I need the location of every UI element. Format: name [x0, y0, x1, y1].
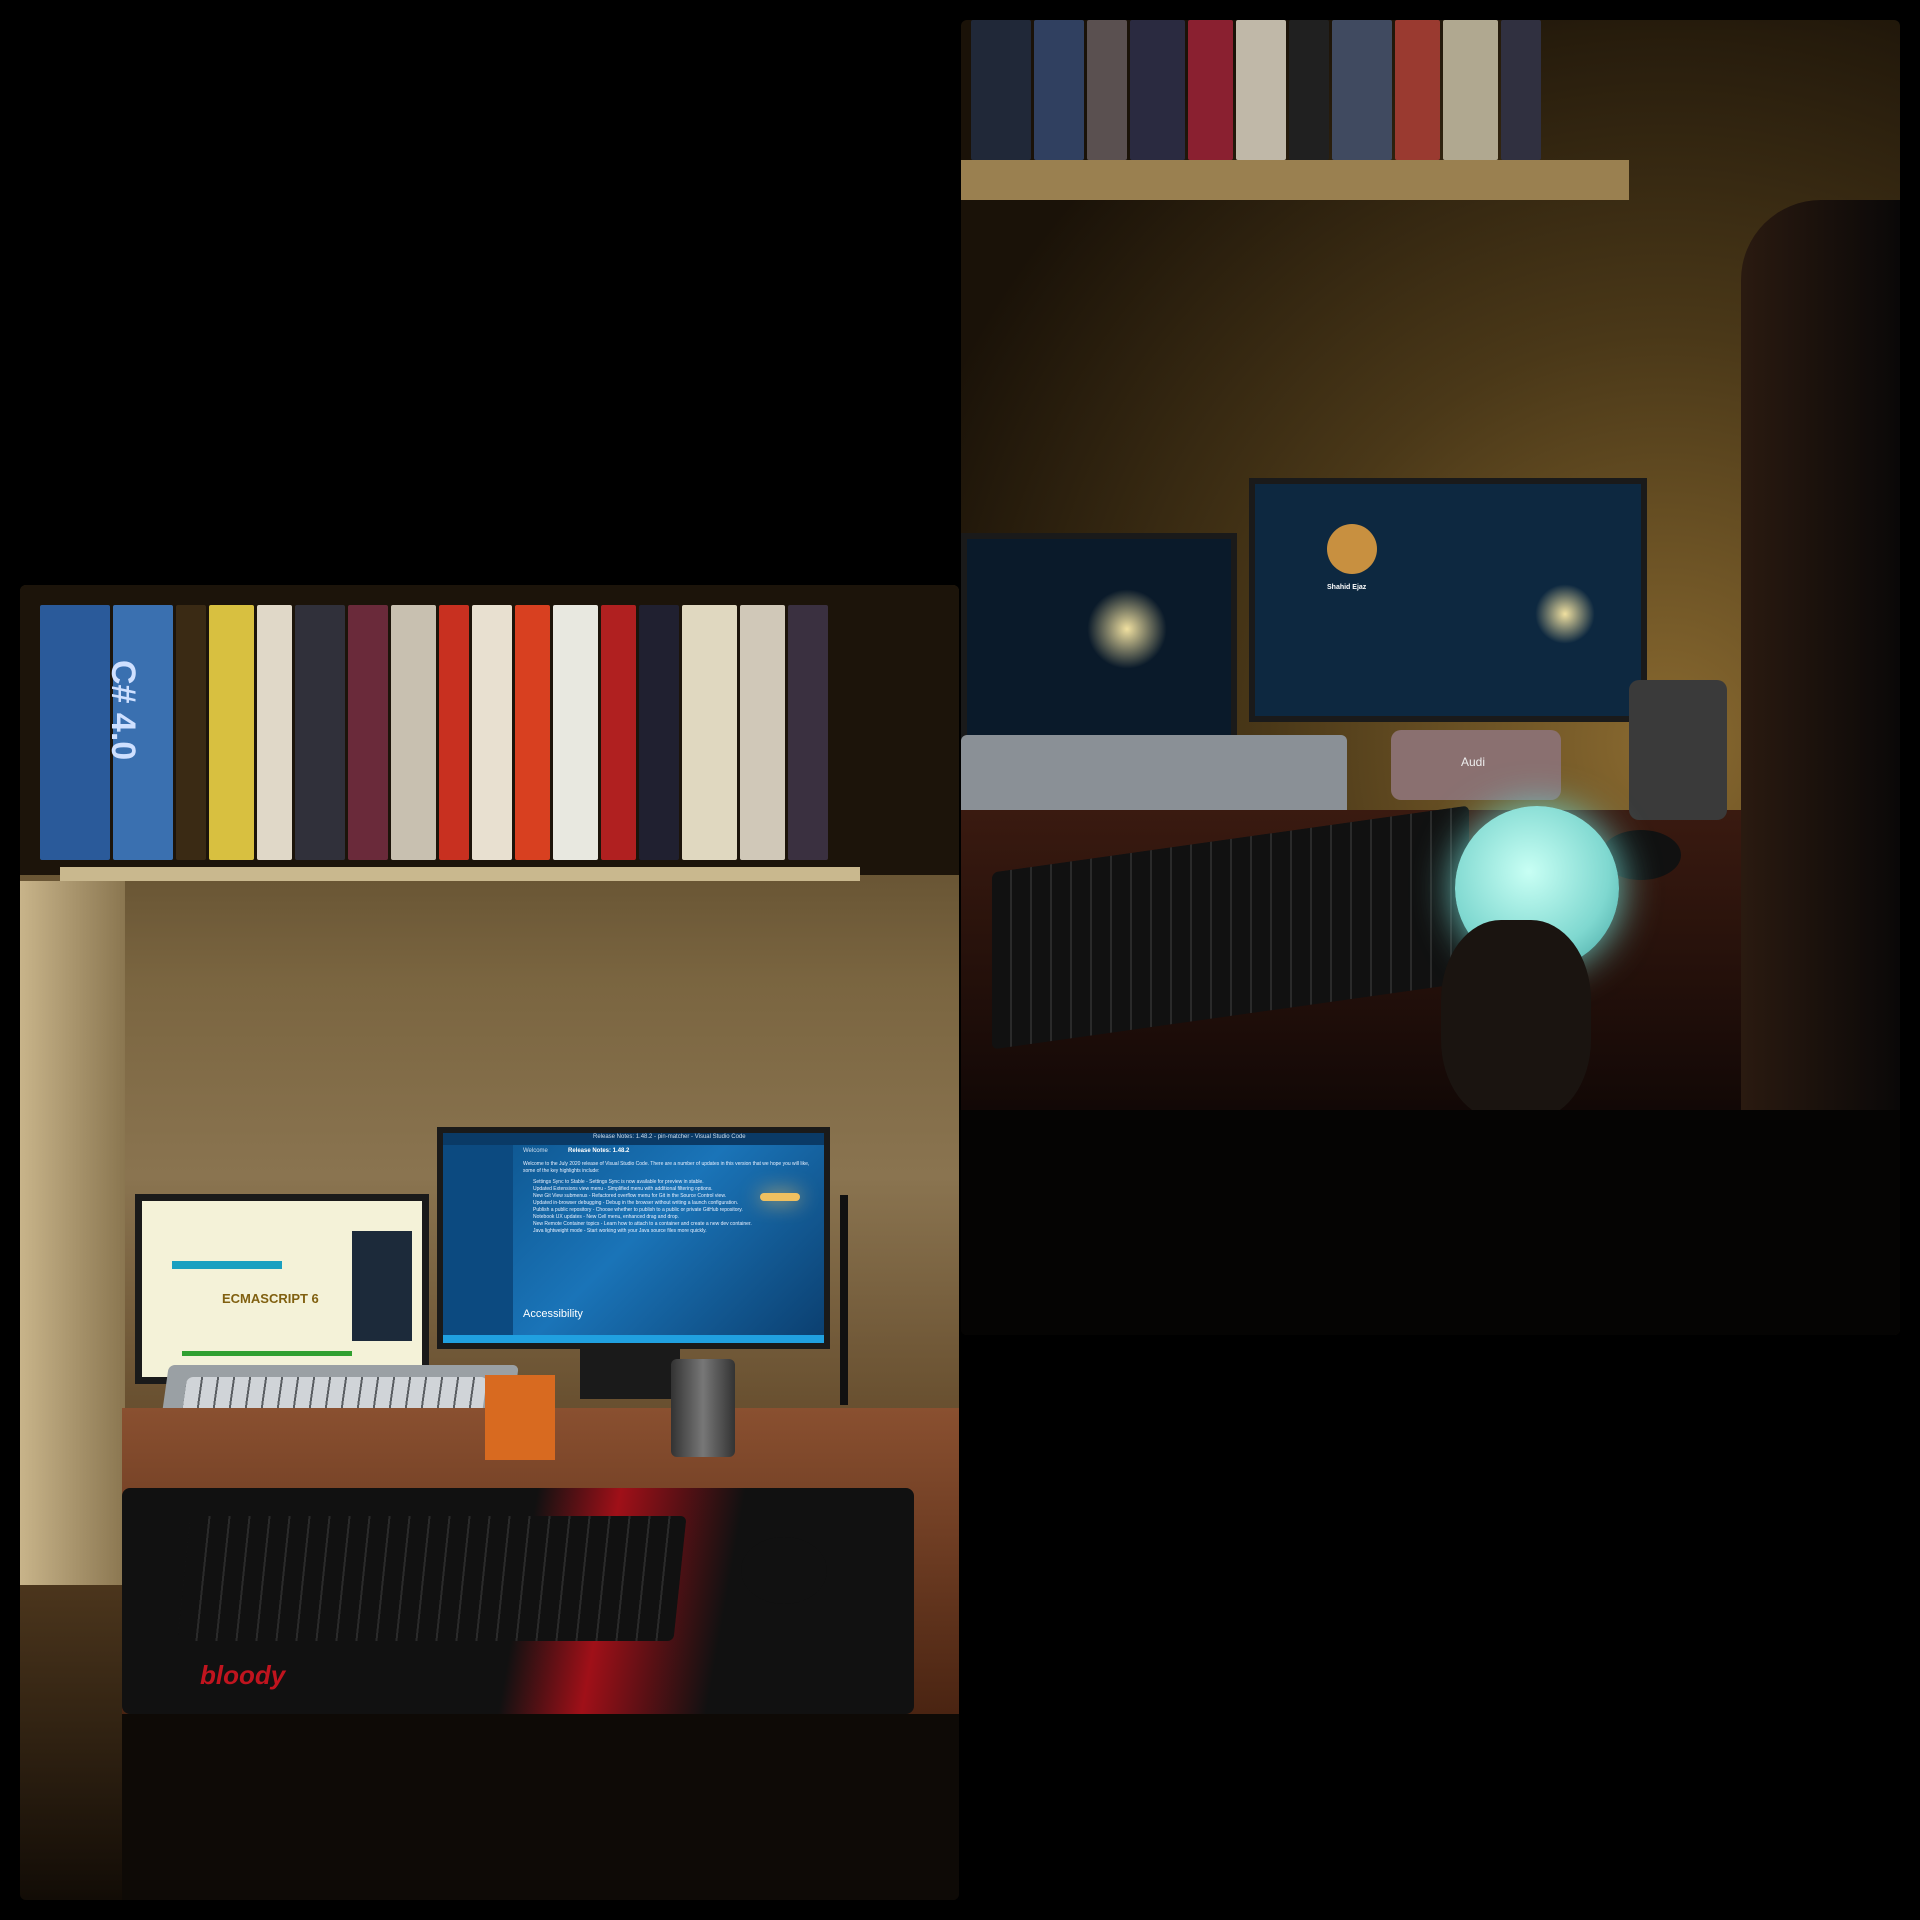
bullet-item: New Remote Container topics - Learn how … — [533, 1221, 752, 1227]
speaker — [1629, 680, 1727, 820]
bullet-item: Updated Extensions view menu - Simplifie… — [533, 1186, 713, 1192]
bullet-item: Settings Sync to Stable - Settings Sync … — [533, 1179, 704, 1185]
laptop-screen: ECMASCRIPT 6 — [135, 1194, 429, 1384]
left-photo-desk-setup: C# 4.0 ECMASCRIPT 6 Release Notes: 1.48.… — [20, 585, 959, 1900]
bullet-item: Java lightweight mode - Start working wi… — [533, 1228, 707, 1234]
desk-front — [122, 1714, 959, 1900]
lamp-arm — [840, 1195, 848, 1405]
side-panel — [20, 881, 125, 1585]
book-spine-text: C# 4.0 — [104, 660, 142, 761]
pen-holder — [485, 1375, 555, 1460]
vscode-sidebar — [443, 1145, 513, 1335]
window-title: Release Notes: 1.48.2 - pin-matcher - Vi… — [593, 1134, 746, 1140]
desk-lamp — [760, 1193, 800, 1201]
profile-name: Shahid Ejaz — [1327, 584, 1367, 591]
right-photo-moon-lamp: Shahid Ejaz Audi — [961, 20, 1900, 1335]
laptop-screen — [961, 533, 1237, 741]
bookshelf: C# 4.0 — [20, 585, 959, 875]
mousepad-brand: bloody — [200, 1660, 286, 1690]
monitor-screen: Release Notes: 1.48.2 - pin-matcher - Vi… — [437, 1127, 830, 1349]
tab-welcome[interactable]: Welcome — [523, 1148, 548, 1154]
release-bullets: Settings Sync to Stable - Settings Sync … — [533, 1179, 813, 1235]
shelf-board — [961, 160, 1629, 200]
bullet-item: Notebook UX updates - New Cell menu, enh… — [533, 1214, 679, 1220]
books-row — [40, 605, 860, 860]
under-desk — [961, 1110, 1900, 1335]
pen-holder-car: Audi — [1391, 730, 1561, 800]
keyboard — [177, 1516, 687, 1641]
bullet-item: Updated in-browser debugging - Debug in … — [533, 1200, 739, 1206]
coffee-cup — [671, 1359, 735, 1457]
tab-release-notes[interactable]: Release Notes: 1.48.2 — [568, 1148, 629, 1154]
mouse — [741, 1537, 827, 1604]
release-intro: Welcome to the July 2020 release of Visu… — [523, 1161, 810, 1174]
bullet-item: Publish a public repository - Choose whe… — [533, 1207, 743, 1213]
slide-title: ECMASCRIPT 6 — [222, 1291, 319, 1306]
hand — [1441, 920, 1591, 1120]
shelf-board — [60, 867, 860, 881]
books-row — [971, 20, 1611, 160]
avatar — [1327, 524, 1377, 574]
monitor-stand — [580, 1349, 680, 1399]
accessibility-heading: Accessibility — [523, 1308, 583, 1320]
pen-holder-brand: Audi — [1461, 755, 1486, 769]
monitor-screen: Shahid Ejaz — [1249, 478, 1647, 722]
